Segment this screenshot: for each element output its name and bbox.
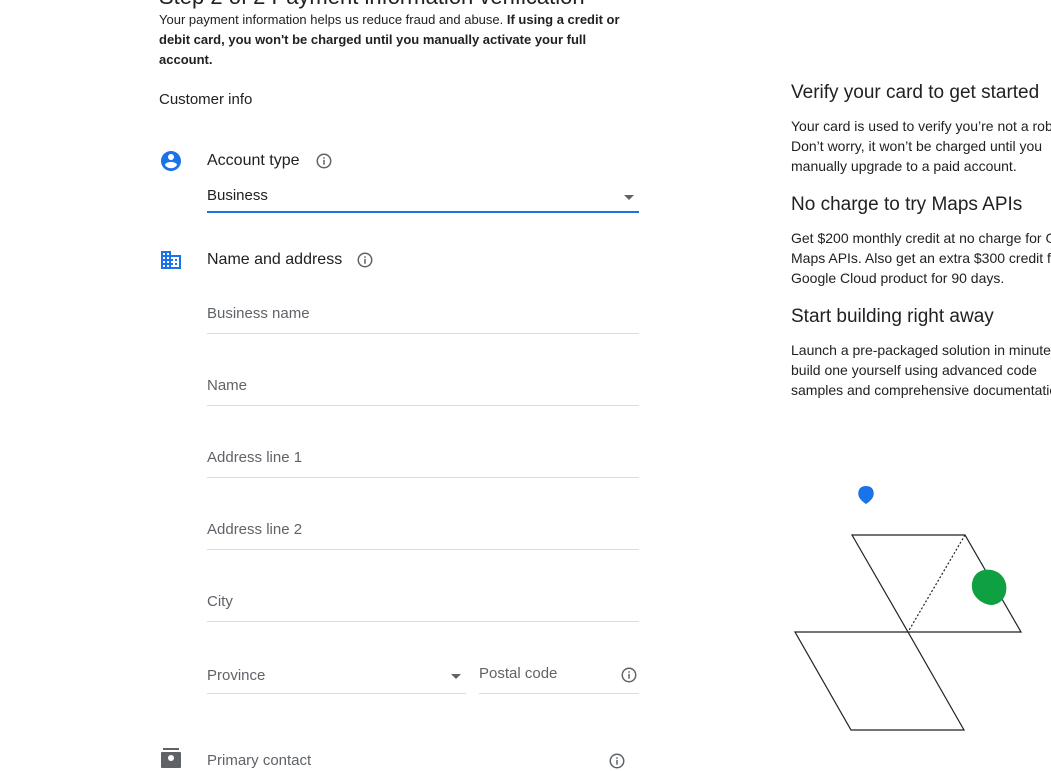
sidebar-heading: No charge to try Maps APIs	[791, 194, 1023, 215]
sidebar-section-verify: Verify your card to get started Your car…	[791, 82, 1051, 176]
intro-regular: Your payment information helps us reduce…	[159, 12, 507, 27]
customer-info-heading: Customer info	[159, 91, 253, 108]
name-field[interactable]	[207, 371, 639, 406]
primary-contact-info-icon[interactable]	[608, 752, 626, 770]
account-circle-icon	[161, 151, 181, 171]
dropdown-caret-icon	[624, 195, 634, 200]
postal-code-input[interactable]	[479, 665, 609, 682]
sidebar-heading: Start building right away	[791, 306, 994, 327]
province-select[interactable]: Province	[207, 659, 466, 694]
account-type-value: Business	[207, 187, 268, 204]
postal-code-field[interactable]	[479, 659, 639, 694]
city-input[interactable]	[207, 593, 639, 610]
sidebar-heading: Verify your card to get started	[791, 82, 1040, 103]
address-line-1-input[interactable]	[207, 449, 639, 466]
address-line-1-field[interactable]	[207, 443, 639, 478]
sidebar-section-start-building: Start building right away Launch a pre-p…	[791, 306, 1051, 400]
name-address-info-icon[interactable]	[356, 251, 374, 269]
green-pin-icon	[971, 569, 1007, 605]
postal-code-info-icon[interactable]	[620, 666, 638, 684]
map-illustration	[793, 486, 1023, 731]
address-line-2-field[interactable]	[207, 515, 639, 550]
sidebar-body: Your card is used to verify you’re not a…	[791, 118, 1051, 174]
sidebar-body: Get $200 monthly credit at no charge for…	[791, 230, 1051, 286]
account-type-label: Account type	[207, 152, 300, 169]
contact-icon	[161, 748, 181, 768]
city-field[interactable]	[207, 587, 639, 622]
sidebar-body: Launch a pre-packaged solution in minute…	[791, 342, 1051, 398]
address-line-2-input[interactable]	[207, 521, 639, 538]
primary-contact-label: Primary contact	[207, 752, 312, 769]
business-name-field[interactable]	[207, 299, 639, 334]
intro-text: Your payment information helps us reduce…	[159, 10, 639, 70]
name-input[interactable]	[207, 377, 639, 394]
business-name-input[interactable]	[207, 305, 639, 322]
account-type-info-icon[interactable]	[315, 152, 333, 170]
name-address-label: Name and address	[207, 251, 343, 268]
step-title: Step 2 of 2 Payment information verifica…	[159, 0, 585, 10]
business-icon	[161, 251, 181, 269]
lower-map-tile	[793, 631, 966, 731]
province-placeholder: Province	[207, 667, 266, 684]
blue-pin-icon	[858, 486, 874, 504]
account-type-select[interactable]: Business	[207, 183, 639, 213]
sidebar-section-no-charge: No charge to try Maps APIs Get $200 mont…	[791, 194, 1051, 288]
province-caret-icon	[451, 674, 461, 679]
